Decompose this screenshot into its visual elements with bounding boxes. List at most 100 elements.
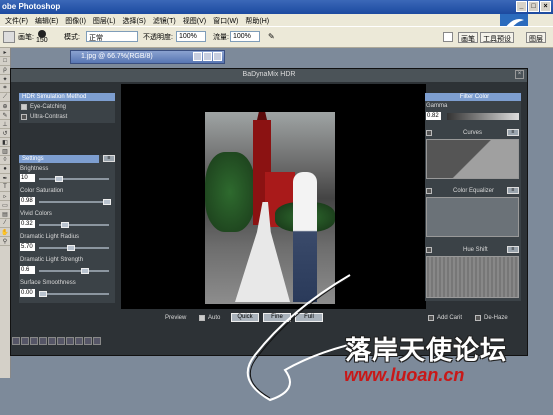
smoothness-slider-thumb[interactable] — [39, 291, 47, 297]
settings-header: Settings — [19, 155, 99, 163]
menu-image[interactable]: 图像(I) — [62, 14, 90, 26]
color-equalizer-menu-button[interactable]: ≡ — [507, 187, 519, 194]
settings-menu-button[interactable]: ≡ — [103, 155, 115, 162]
hand-tool-icon[interactable]: ✋ — [0, 229, 10, 237]
tab-brushes[interactable]: 画笔 — [458, 32, 478, 43]
dodge-tool-icon[interactable]: ● — [0, 166, 10, 174]
vivid-colors-input[interactable]: 0.32 — [20, 220, 35, 228]
hue-shift-checkbox[interactable] — [426, 247, 432, 253]
slice-tool-icon[interactable]: ⟋ — [0, 94, 10, 102]
eraser-tool-icon[interactable]: ◧ — [0, 139, 10, 147]
opacity-input[interactable]: 100% — [176, 31, 206, 42]
color-saturation-input[interactable]: 0.98 — [20, 197, 35, 205]
tab-tool-presets[interactable]: 工具预设 — [480, 32, 514, 43]
eye-catching-label: Eye-Catching — [30, 104, 67, 110]
zoom-tool-icon[interactable]: ⚲ — [0, 238, 10, 246]
doc-close-button[interactable] — [213, 52, 222, 61]
history-brush-icon[interactable]: ↺ — [0, 130, 10, 138]
stamp-tool-icon[interactable]: ⊥ — [0, 121, 10, 129]
watermark-site-name: 落岸天使论坛 — [345, 336, 508, 366]
eye-catching-radio[interactable] — [21, 104, 27, 110]
curves-checkbox[interactable] — [426, 130, 432, 136]
brush-size[interactable]: 150 — [36, 37, 48, 44]
light-strength-slider[interactable] — [39, 270, 109, 272]
mode-label: 模式: — [64, 34, 80, 41]
blur-tool-icon[interactable]: ◊ — [0, 157, 10, 165]
brush-picker-icon[interactable] — [38, 30, 46, 38]
smoothness-input[interactable]: 0.00 — [20, 289, 35, 297]
shape-tool-icon[interactable]: ▭ — [0, 202, 10, 210]
palette-well-icon[interactable] — [443, 32, 453, 42]
menu-edit[interactable]: 编辑(E) — [32, 14, 62, 26]
menu-layer[interactable]: 图层(L) — [90, 14, 120, 26]
brightness-label: Brightness — [20, 166, 49, 172]
doc-maximize-button[interactable] — [203, 52, 212, 61]
gradient-tool-icon[interactable]: ▥ — [0, 148, 10, 156]
move-tool-icon[interactable]: ▸ — [0, 49, 10, 57]
plugin-close-icon[interactable]: × — [515, 70, 524, 79]
menu-view[interactable]: 视图(V) — [180, 14, 210, 26]
wand-tool-icon[interactable]: ✦ — [0, 76, 10, 84]
brightness-slider-thumb[interactable] — [55, 176, 63, 182]
light-strength-input[interactable]: 0.6 — [20, 266, 35, 274]
de-haze-label: De-Haze — [484, 315, 508, 321]
flow-input[interactable]: 100% — [230, 31, 260, 42]
add-caret-label: Add Carit — [437, 315, 463, 321]
light-radius-label: Dramatic Light Radius — [20, 234, 80, 240]
light-radius-input[interactable]: 5.70 — [20, 243, 35, 251]
gamma-input[interactable]: 0.82 — [426, 112, 441, 120]
color-equalizer-checkbox[interactable] — [426, 188, 432, 194]
airbrush-icon[interactable]: ✎ — [268, 32, 278, 42]
crop-tool-icon[interactable]: ⌗ — [0, 85, 10, 93]
auto-checkbox[interactable] — [199, 315, 205, 321]
tab-layers[interactable]: 图层 — [526, 32, 546, 43]
de-haze-checkbox[interactable] — [475, 315, 481, 321]
gamma-slider[interactable] — [447, 113, 519, 120]
ultra-contrast-radio[interactable] — [21, 114, 27, 120]
healing-tool-icon[interactable]: ⊕ — [0, 103, 10, 111]
menu-help[interactable]: 帮助(H) — [242, 14, 273, 26]
status-bar-cells — [12, 337, 101, 345]
color-saturation-slider-thumb[interactable] — [103, 199, 111, 205]
eyedropper-tool-icon[interactable]: ⁄ — [0, 220, 10, 228]
light-strength-label: Dramatic Light Strength — [20, 257, 84, 263]
watermark-url: www.luoan.cn — [344, 365, 465, 385]
curves-menu-button[interactable]: ≡ — [507, 129, 519, 136]
marquee-tool-icon[interactable]: □ — [0, 58, 10, 66]
vivid-colors-slider[interactable] — [39, 224, 109, 226]
minimize-button[interactable]: _ — [516, 1, 527, 12]
photo-tree — [205, 152, 255, 232]
hue-shift-graph[interactable] — [426, 256, 519, 298]
mode-select[interactable]: 正常 — [86, 31, 138, 42]
status-cell — [75, 337, 83, 345]
light-strength-slider-thumb[interactable] — [81, 268, 89, 274]
hue-shift-label: Hue Shift — [463, 247, 488, 253]
brush-tool-icon — [3, 31, 15, 43]
maximize-button[interactable]: □ — [528, 1, 539, 12]
smoothness-label: Surface Smoothness — [20, 280, 76, 286]
menu-file[interactable]: 文件(F) — [2, 14, 32, 26]
notes-tool-icon[interactable]: ▤ — [0, 211, 10, 219]
menu-filter[interactable]: 滤镜(T) — [150, 14, 180, 26]
curves-graph[interactable] — [426, 139, 519, 179]
lasso-tool-icon[interactable]: ρ — [0, 67, 10, 75]
doc-minimize-button[interactable] — [193, 52, 202, 61]
close-button[interactable]: × — [540, 1, 551, 12]
vivid-colors-slider-thumb[interactable] — [61, 222, 69, 228]
menu-window[interactable]: 窗口(W) — [210, 14, 242, 26]
menu-select[interactable]: 选择(S) — [119, 14, 149, 26]
brightness-input[interactable]: 10 — [20, 174, 35, 182]
add-caret-checkbox[interactable] — [428, 315, 434, 321]
color-saturation-slider[interactable] — [39, 201, 109, 203]
filter-color-panel: Filter Color Gamma 0.82 Curves ≡ Color E… — [425, 93, 521, 301]
hue-shift-menu-button[interactable]: ≡ — [507, 246, 519, 253]
type-tool-icon[interactable]: T — [0, 184, 10, 192]
document-window-title[interactable]: 1.jpg @ 66.7%(RGB/8) — [70, 50, 225, 64]
smoothness-slider[interactable] — [39, 293, 109, 295]
path-select-icon[interactable]: ▹ — [0, 193, 10, 201]
pen-tool-icon[interactable]: ✒ — [0, 175, 10, 183]
light-radius-slider-thumb[interactable] — [67, 245, 75, 251]
brush-tool-icon[interactable]: ✎ — [0, 112, 10, 120]
color-equalizer-graph[interactable] — [426, 197, 519, 237]
brightness-slider[interactable] — [39, 178, 109, 180]
